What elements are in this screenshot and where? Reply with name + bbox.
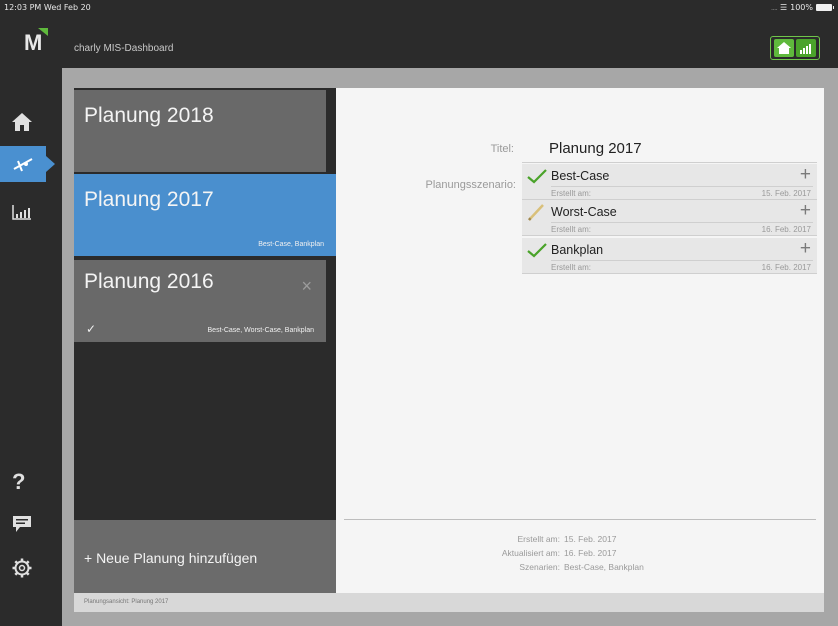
scenario-created-label: Erstellt am: [551, 189, 592, 198]
comment-icon [13, 516, 31, 532]
meta-scenarios: Szenarien: Best-Case, Bankplan [336, 562, 824, 572]
plan-check-icon: ✓ [86, 322, 97, 336]
check-icon [527, 169, 547, 184]
scenario-separator [551, 222, 813, 223]
meta-updated: Aktualisiert am: 16. Feb. 2017 [336, 548, 824, 558]
home-icon [12, 113, 32, 131]
app-logo-icon[interactable]: M [24, 26, 50, 56]
app-title: charly MIS-Dashboard [74, 43, 174, 54]
scenario-date: 16. Feb. 2017 [761, 225, 811, 234]
check-icon [527, 243, 547, 258]
chart-dashboard-button[interactable] [796, 39, 816, 57]
side-nav: ? [0, 68, 62, 626]
plan-scenarios: Best-Case, Worst-Case, Bankplan [207, 327, 314, 334]
planning-icon [13, 158, 33, 172]
nav-help[interactable]: ? [0, 464, 62, 500]
bar-chart-icon [800, 44, 811, 54]
nav-settings[interactable] [0, 550, 62, 586]
plan-card-2016[interactable]: Planung 2016 × ✓ Best-Case, Worst-Case, … [74, 260, 326, 342]
plan-name: Planung 2018 [84, 104, 214, 127]
status-bar: 12:03 PM Wed Feb 20 .... ☰ 100% [0, 0, 838, 14]
planning-view: Planung 2018 Planung 2017 Best-Case, Ban… [74, 88, 824, 612]
meta-value: 16. Feb. 2017 [564, 548, 617, 558]
view-footer: Planungsansicht: Planung 2017 [74, 593, 824, 612]
meta-key: Erstellt am: [517, 534, 560, 544]
add-scenario-icon[interactable]: + [800, 200, 811, 222]
plan-scenarios: Best-Case, Bankplan [258, 241, 324, 248]
add-plan-button[interactable]: + Neue Planung hinzufügen [74, 520, 336, 593]
nav-reports[interactable] [0, 194, 62, 230]
scenario-separator [551, 260, 813, 261]
footer-text: Planungsansicht: Planung 2017 [84, 599, 169, 605]
plan-list: Planung 2018 Planung 2017 Best-Case, Ban… [74, 88, 374, 593]
signal-icon: .... [770, 3, 778, 12]
scenario-row-bankplan[interactable]: Bankplan + Erstellt am: 16. Feb. 2017 [522, 238, 817, 274]
scenario-name: Best-Case [551, 169, 610, 183]
scenario-name: Bankplan [551, 243, 604, 257]
title-underline [522, 162, 817, 163]
wifi-icon: ☰ [779, 3, 788, 12]
scenario-separator [551, 186, 813, 187]
pencil-icon [528, 204, 544, 221]
plan-card-2017[interactable]: Planung 2017 Best-Case, Bankplan [74, 174, 374, 256]
scenario-row-worst-case[interactable]: Worst-Case + Erstellt am: 16. Feb. 2017 [522, 200, 817, 236]
nav-home[interactable] [0, 104, 62, 140]
scenario-date: 15. Feb. 2017 [761, 189, 811, 198]
plan-name: Planung 2016 [84, 270, 214, 293]
plan-name: Planung 2017 [84, 188, 214, 211]
meta-value: Best-Case, Bankplan [564, 562, 644, 572]
meta-key: Szenarien: [519, 562, 560, 572]
status-right: .... ☰ 100% [770, 3, 834, 12]
delete-plan-icon[interactable]: × [301, 276, 312, 297]
add-scenario-icon[interactable]: + [800, 238, 811, 260]
app-header: M charly MIS-Dashboard [0, 14, 838, 68]
settings-icon [12, 558, 32, 578]
home-dashboard-button[interactable] [774, 39, 794, 57]
plan-detail: Titel: Planung 2017 Planungsszenario: Be… [336, 88, 824, 593]
status-time: 12:03 PM Wed Feb 20 [4, 3, 91, 12]
meta-created: Erstellt am: 15. Feb. 2017 [336, 534, 824, 544]
scenario-date: 16. Feb. 2017 [761, 263, 811, 272]
meta-key: Aktualisiert am: [501, 548, 560, 558]
plan-card-2018[interactable]: Planung 2018 [74, 90, 326, 172]
meta-value: 15. Feb. 2017 [564, 534, 617, 544]
chart-icon [12, 205, 31, 220]
help-icon: ? [12, 469, 26, 494]
nav-messages[interactable] [0, 506, 62, 542]
scenario-created-label: Erstellt am: [551, 225, 592, 234]
scenario-label: Planungsszenario: [425, 179, 516, 191]
home-icon [777, 42, 791, 54]
title-value[interactable]: Planung 2017 [549, 140, 642, 157]
add-plan-label: + Neue Planung hinzufügen [84, 550, 258, 566]
battery-percent: 100% [790, 3, 813, 12]
scenario-row-best-case[interactable]: Best-Case + Erstellt am: 15. Feb. 2017 [522, 164, 817, 200]
dashboard-toggle [770, 36, 820, 60]
scenario-created-label: Erstellt am: [551, 263, 592, 272]
nav-planning[interactable] [0, 146, 55, 182]
add-scenario-icon[interactable]: + [800, 164, 811, 186]
scenario-name: Worst-Case [551, 205, 617, 219]
detail-divider [344, 519, 816, 520]
battery-icon [816, 4, 834, 11]
svg-text:M: M [24, 30, 42, 55]
title-label: Titel: [490, 143, 514, 155]
